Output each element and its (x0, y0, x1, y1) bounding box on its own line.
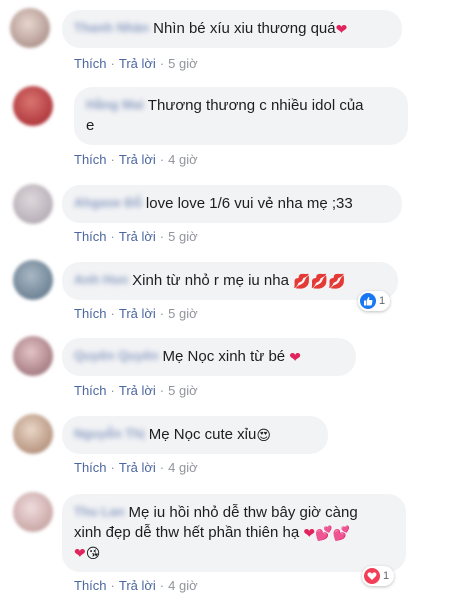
comment-bubble: Thanh Nhàn Nhìn bé xíu xiu thương quá❤ (62, 10, 402, 48)
comment-text: Xinh từ nhỏ r mẹ iu nha (132, 272, 294, 289)
separator: · (110, 578, 115, 593)
heart-eyes-face-icon: 😍 (256, 427, 271, 443)
kiss-lips-icon: 💋 (310, 273, 328, 289)
reply-link[interactable]: Trả lời (119, 152, 156, 167)
heart-icon: ❤ (335, 21, 348, 37)
commenter-name[interactable]: Ahgase Đỗ (74, 193, 142, 213)
comment-actions: Thích · Trả lời · 5 giờ (74, 383, 198, 399)
timestamp[interactable]: 4 giờ (168, 578, 198, 593)
comment-actions: Thích · Trả lời · 5 giờ (74, 56, 198, 72)
comment-bubble: Ahgase Đỗ love love 1/6 vui vẻ nha mẹ ;33 (62, 185, 402, 223)
commenter-name[interactable]: Quyên Quyên (74, 346, 159, 366)
avatar[interactable] (13, 184, 53, 224)
comment-actions: Thích · Trả lời · 5 giờ (74, 229, 198, 245)
commenter-name[interactable]: Thu Lan (74, 502, 125, 522)
separator: · (159, 229, 165, 244)
timestamp[interactable]: 5 giờ (168, 229, 198, 244)
like-link[interactable]: Thích (74, 306, 107, 321)
comment-text: Nhìn bé xíu xiu thương quá (153, 20, 336, 37)
separator: · (110, 460, 115, 475)
heart-icon: ❤ (289, 349, 302, 365)
comment-actions: Thích · Trả lời · 4 giờ (74, 578, 198, 594)
like-link[interactable]: Thích (74, 383, 107, 398)
comment-text: love love 1/6 vui vẻ nha mẹ ;33 (145, 195, 353, 212)
commenter-name[interactable]: Anh Hon (74, 270, 128, 290)
separator: · (159, 578, 165, 593)
timestamp[interactable]: 5 giờ (168, 56, 198, 71)
kissing-face-icon: 😘 (85, 545, 101, 561)
avatar[interactable] (13, 492, 53, 532)
avatar[interactable] (13, 86, 53, 126)
reaction-summary[interactable]: 1 (358, 291, 391, 311)
avatar[interactable] (13, 336, 53, 376)
separator: · (110, 306, 115, 321)
comment-bubble: Thu Lan Mẹ iu hồi nhỏ dễ thw bây giờ càng… (62, 494, 406, 572)
reply-link[interactable]: Trả lời (119, 229, 156, 244)
two-hearts-icon: 💕 (332, 525, 350, 541)
separator: · (110, 152, 115, 167)
avatar[interactable] (10, 8, 50, 48)
separator: · (110, 383, 115, 398)
kiss-lips-icon: 💋 (293, 273, 311, 289)
comment-actions: Thích · Trả lời · 4 giờ (74, 460, 198, 476)
heart-icon: ❤ (303, 525, 316, 541)
like-link[interactable]: Thích (74, 56, 107, 71)
separator: · (159, 152, 165, 167)
reply-link[interactable]: Trả lời (119, 56, 156, 71)
comment-bubble: Hằng Mai Thương thương c nhiều idol của e (74, 87, 408, 145)
reply-link[interactable]: Trả lời (119, 578, 156, 593)
avatar[interactable] (13, 260, 53, 300)
separator: · (159, 460, 165, 475)
comment-bubble: Nguyễn Thị Mẹ Nọc cute xỉu😍 (62, 416, 328, 454)
comment-actions: Thích · Trả lời · 4 giờ (74, 152, 198, 168)
two-hearts-icon: 💕 (315, 525, 333, 541)
separator: · (159, 56, 165, 71)
separator: · (110, 229, 115, 244)
separator: · (110, 56, 115, 71)
comment-actions: Thích · Trả lời · 5 giờ (74, 306, 198, 322)
timestamp[interactable]: 4 giờ (168, 152, 198, 167)
comment-text: Mẹ Nọc cute xỉu (148, 426, 257, 443)
separator: · (159, 306, 165, 321)
separator: · (159, 383, 165, 398)
timestamp[interactable]: 5 giờ (168, 306, 198, 321)
commenter-name[interactable]: Hằng Mai (86, 95, 144, 115)
reply-link[interactable]: Trả lời (119, 460, 156, 475)
commenter-name[interactable]: Nguyễn Thị (74, 424, 145, 444)
reply-link[interactable]: Trả lời (119, 383, 156, 398)
love-icon (364, 568, 380, 584)
reaction-summary[interactable]: 1 (362, 566, 395, 586)
reaction-count: 1 (379, 295, 386, 307)
reaction-count: 1 (383, 570, 390, 582)
like-link[interactable]: Thích (74, 460, 107, 475)
comment-bubble: Quyên Quyên Mẹ Nọc xinh từ bé ❤ (62, 338, 356, 376)
avatar[interactable] (13, 414, 53, 454)
timestamp[interactable]: 5 giờ (168, 383, 198, 398)
commenter-name[interactable]: Thanh Nhàn (74, 18, 149, 38)
like-icon (360, 293, 376, 309)
comment-bubble: Anh Hon Xinh từ nhỏ r mẹ iu nha 💋💋💋 (62, 262, 398, 300)
like-link[interactable]: Thích (74, 229, 107, 244)
timestamp[interactable]: 4 giờ (168, 460, 198, 475)
like-link[interactable]: Thích (74, 152, 107, 167)
kiss-lips-icon: 💋 (328, 273, 346, 289)
like-link[interactable]: Thích (74, 578, 107, 593)
heart-icon: ❤ (74, 545, 86, 561)
reply-link[interactable]: Trả lời (119, 306, 156, 321)
comment-text: Mẹ Nọc xinh từ bé (162, 348, 290, 365)
